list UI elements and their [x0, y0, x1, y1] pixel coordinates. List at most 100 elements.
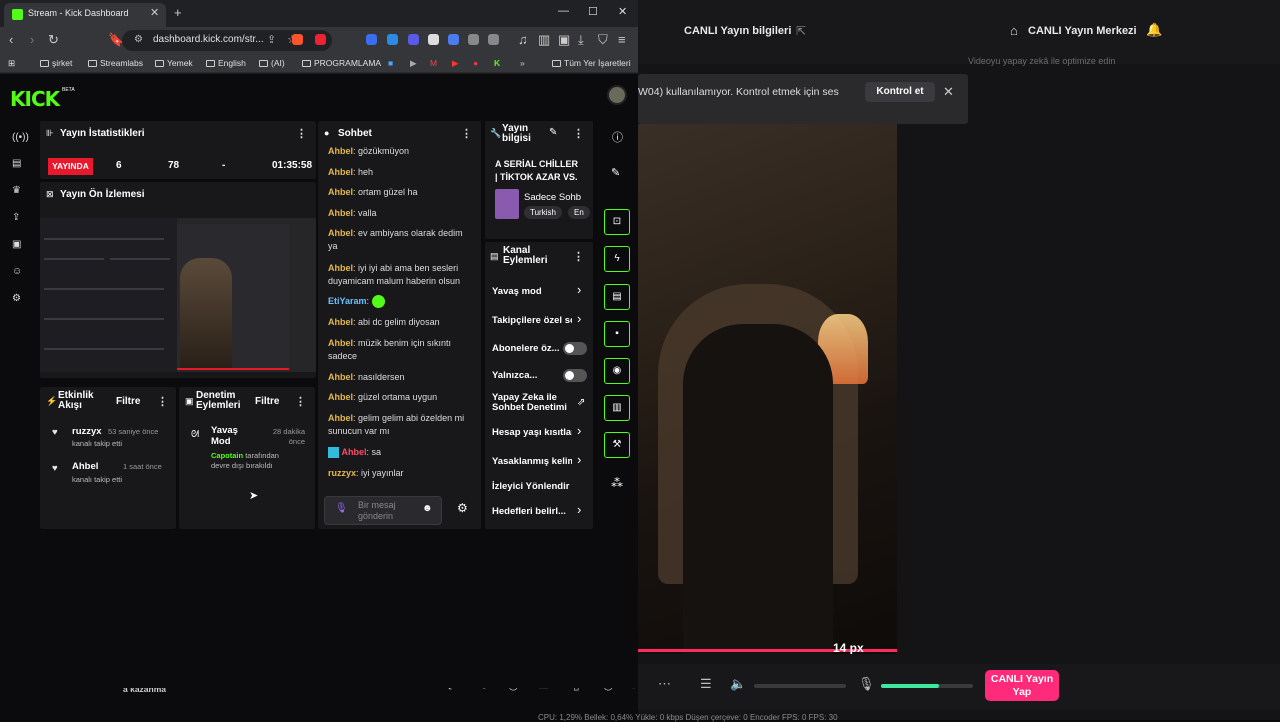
- mic-icon[interactable]: 🎙: [335, 503, 348, 514]
- filter-button[interactable]: Filtre: [255, 396, 279, 407]
- nav-analytics-icon[interactable]: ▤: [12, 158, 21, 169]
- followers-only-row[interactable]: Takipçilere özel sohbet: [492, 315, 572, 326]
- bookmark-all[interactable]: Tüm Yer İşaretleri: [552, 58, 631, 68]
- extension-7-icon[interactable]: [488, 34, 499, 45]
- chat-username[interactable]: Ahbel: [328, 413, 353, 423]
- close-icon[interactable]: ✕: [943, 84, 954, 100]
- tools-icon[interactable]: ⚒: [604, 432, 630, 458]
- chat-username[interactable]: ruzzyx: [328, 468, 356, 478]
- slow-mode-row[interactable]: Yavaş mod: [492, 286, 588, 297]
- forward-icon[interactable]: ›: [30, 32, 34, 47]
- bookmark-ai[interactable]: (AI): [259, 58, 285, 68]
- bookmark-programlama[interactable]: PROGRAMLAMA: [302, 58, 381, 68]
- chat-username[interactable]: Ahbel: [328, 187, 353, 197]
- download-icon[interactable]: ⤓: [578, 32, 584, 48]
- menu-icon[interactable]: ≡: [618, 32, 626, 47]
- reload-icon[interactable]: ↻: [48, 32, 59, 48]
- minimize-icon[interactable]: —: [558, 5, 569, 17]
- bookmark-icon-6[interactable]: K: [494, 58, 500, 68]
- notes-icon[interactable]: ▤: [604, 284, 630, 310]
- broadcast-icon[interactable]: ◉: [604, 358, 630, 384]
- chevron-right-icon[interactable]: ›: [577, 311, 581, 326]
- banned-words-row[interactable]: Yasaklanmış kelimeler: [492, 456, 572, 467]
- extension-3-icon[interactable]: [408, 34, 419, 45]
- brave-shield-icon[interactable]: [292, 34, 303, 45]
- activity-user[interactable]: Ahbel: [72, 461, 98, 472]
- screen-capture-icon[interactable]: ⊡: [604, 209, 630, 235]
- goals-row[interactable]: Hedefleri belirl...: [492, 506, 572, 517]
- maximize-icon[interactable]: ☐: [588, 5, 598, 18]
- chat-username[interactable]: Ahbel: [328, 338, 353, 348]
- bookmark-icon-5[interactable]: ●: [473, 58, 478, 68]
- vpn-icon[interactable]: ⛉: [598, 32, 608, 48]
- chat-input[interactable]: 🎙 Bir mesaj gönderin ☻: [324, 496, 442, 525]
- category-name[interactable]: Sadece Sohb: [524, 192, 581, 203]
- panel-menu-icon[interactable]: ⋮: [573, 127, 584, 140]
- bookmark-english[interactable]: English: [206, 58, 246, 68]
- chat-username[interactable]: Ahbel: [328, 228, 353, 238]
- browser-tab[interactable]: Stream - Kick Dashboard ✕: [4, 3, 166, 27]
- chat-username[interactable]: Ahbel: [328, 263, 353, 273]
- nav-screen-icon[interactable]: ▣: [12, 239, 21, 250]
- activity-user[interactable]: ruzzyx: [72, 426, 102, 437]
- bookmarks-overflow-icon[interactable]: »: [520, 58, 525, 68]
- extension-6-icon[interactable]: [468, 34, 479, 45]
- pin-icon[interactable]: ⇱: [796, 24, 806, 38]
- bookmark-icon-2[interactable]: ▶: [410, 58, 417, 69]
- chat-username[interactable]: Ahbel: [328, 167, 353, 177]
- chat-username[interactable]: EtiYaram: [328, 296, 367, 306]
- mixer-icon[interactable]: ☰: [700, 676, 712, 692]
- mic-icon[interactable]: 🎙: [858, 676, 875, 692]
- chevron-right-icon[interactable]: ›: [577, 282, 581, 297]
- window-close-icon[interactable]: ✕: [618, 5, 627, 18]
- wallet-icon[interactable]: ▣: [558, 32, 570, 48]
- nav-settings-icon[interactable]: ⚙: [12, 293, 21, 304]
- avatar[interactable]: [607, 85, 627, 105]
- nav-trophy-icon[interactable]: ♛: [12, 185, 21, 196]
- chat-username[interactable]: Ahbel: [328, 146, 353, 156]
- chat-settings-icon[interactable]: ⚙: [457, 501, 468, 515]
- moderator-name[interactable]: Capotain: [211, 451, 243, 460]
- music-icon[interactable]: ♫: [518, 32, 528, 47]
- pencil-icon[interactable]: ✎: [611, 166, 620, 179]
- panel-menu-icon[interactable]: ⋮: [296, 127, 307, 140]
- apps-grid-icon[interactable]: ⁂: [611, 476, 623, 490]
- apps-icon[interactable]: ⊞: [8, 58, 15, 69]
- bell-icon[interactable]: 🔔: [1146, 22, 1162, 38]
- panel-menu-icon[interactable]: ⋮: [157, 395, 168, 408]
- chat-username[interactable]: Ahbel: [328, 208, 353, 218]
- chat-username[interactable]: Ahbel: [328, 372, 353, 382]
- background-right-title[interactable]: CANLI Yayın Merkezi: [1028, 25, 1137, 37]
- tag-en[interactable]: En: [568, 206, 590, 219]
- preview-video[interactable]: [40, 218, 316, 372]
- bookmark-sirket[interactable]: şirket: [40, 58, 72, 68]
- brave-rewards-icon[interactable]: [315, 34, 326, 45]
- extension-4-icon[interactable]: [428, 34, 439, 45]
- chevron-right-icon[interactable]: ›: [577, 452, 581, 467]
- check-button[interactable]: Kontrol et: [865, 82, 935, 102]
- volume-slider[interactable]: [754, 684, 846, 688]
- extension-2-icon[interactable]: [387, 34, 398, 45]
- emoji-icon[interactable]: ☻: [422, 503, 433, 514]
- extension-5-icon[interactable]: [448, 34, 459, 45]
- new-tab-icon[interactable]: +: [174, 5, 182, 20]
- nav-upload-icon[interactable]: ⇪: [12, 212, 20, 223]
- bookmark-streamlabs[interactable]: Streamlabs: [88, 58, 143, 68]
- host-row[interactable]: İzleyici Yönlendir: [492, 481, 588, 492]
- site-info-icon[interactable]: ⚙: [134, 34, 143, 45]
- info-icon[interactable]: ⓘ: [612, 129, 623, 145]
- chevron-right-icon[interactable]: ›: [577, 502, 581, 517]
- external-link-icon[interactable]: ⇗: [577, 397, 585, 408]
- bookmark-icon-1[interactable]: ■: [388, 58, 393, 68]
- panel-menu-icon[interactable]: ⋮: [461, 127, 472, 140]
- go-live-button[interactable]: CANLI Yayın Yap: [985, 670, 1059, 701]
- share-icon[interactable]: ⇪: [267, 33, 276, 46]
- back-icon[interactable]: ‹: [9, 32, 13, 47]
- panel-menu-icon[interactable]: ⋮: [573, 250, 584, 263]
- bolt-icon[interactable]: ϟ: [604, 246, 630, 272]
- filter-button[interactable]: Filtre: [116, 396, 140, 407]
- bookmark-yemek[interactable]: Yemek: [155, 58, 193, 68]
- sidebar-icon[interactable]: ▥: [538, 32, 550, 48]
- emotes-only-toggle[interactable]: [563, 369, 587, 382]
- layout-icon[interactable]: ▥: [604, 395, 630, 421]
